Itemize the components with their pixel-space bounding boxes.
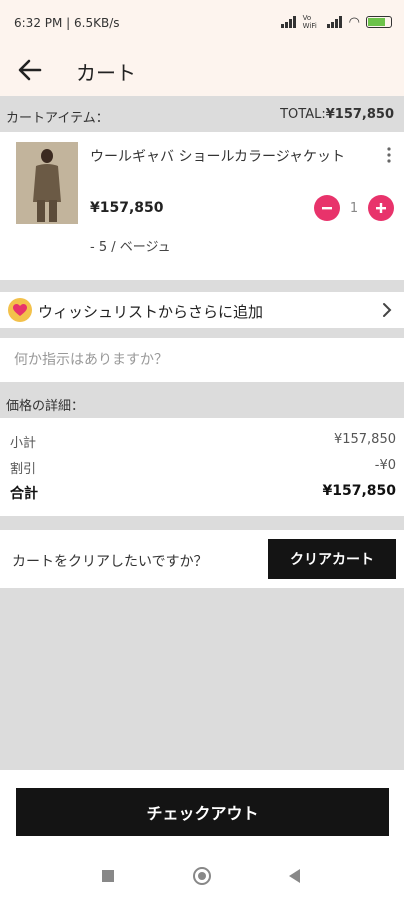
price-details-header: 価格の詳細： xyxy=(0,388,404,418)
heart-icon xyxy=(8,298,32,322)
grand-total-label: 合計 xyxy=(10,486,38,502)
decrease-quantity-button[interactable] xyxy=(314,195,340,221)
minus-icon xyxy=(322,207,332,210)
product-name[interactable]: ウールギャバ ショールカラージャケット xyxy=(90,146,370,166)
increase-quantity-button[interactable] xyxy=(368,195,394,221)
back-nav-icon[interactable] xyxy=(289,869,300,883)
subtotal-row: 小計 ¥157,850 xyxy=(10,432,396,451)
cart-total: TOTAL:¥157,850 xyxy=(280,107,394,122)
clear-cart-question: カートをクリアしたいですか？ xyxy=(12,554,208,570)
price-details: 小計 ¥157,850 割引 -¥0 合計 ¥157,850 xyxy=(0,418,404,516)
arrow-left-icon[interactable] xyxy=(16,56,44,84)
discount-value: -¥0 xyxy=(374,458,396,473)
total-label: TOTAL: xyxy=(280,107,326,122)
cart-item: ウールギャバ ショールカラージャケット ¥157,850 1 - 5 / ベージ… xyxy=(0,132,404,280)
grand-total-value: ¥157,850 xyxy=(322,483,396,499)
recent-apps-icon[interactable] xyxy=(102,870,114,882)
subtotal-label: 小計 xyxy=(10,436,37,451)
status-icons: Vo WiFi ◠ xyxy=(280,14,392,30)
chevron-right-icon xyxy=(383,303,392,317)
status-bar: 6:32 PM | 6.5KB/s Vo WiFi ◠ xyxy=(0,0,404,44)
page-title: カート xyxy=(76,61,136,85)
product-image[interactable] xyxy=(16,142,78,224)
app-header: カート xyxy=(0,44,404,96)
price-details-label: 価格の詳細： xyxy=(6,399,85,414)
clear-cart-row: カートをクリアしたいですか？ クリアカート xyxy=(0,530,404,588)
wifi-icon: ◠ xyxy=(348,14,360,30)
bottom-bar: チェックアウト xyxy=(0,770,404,900)
wishlist-label: ウィッシュリストからさらに追加 xyxy=(38,303,264,321)
status-time: 6:32 PM | 6.5KB/s xyxy=(14,16,120,30)
signal-icon-2 xyxy=(326,16,343,28)
battery-icon xyxy=(366,16,392,28)
more-vertical-icon[interactable] xyxy=(386,146,392,164)
plus-icon xyxy=(376,203,386,213)
checkout-button[interactable]: チェックアウト xyxy=(16,788,389,836)
quantity-value: 1 xyxy=(349,200,359,216)
instructions-input[interactable] xyxy=(14,348,390,372)
quantity-stepper: 1 xyxy=(314,195,394,221)
home-icon[interactable] xyxy=(193,867,211,885)
signal-icon xyxy=(280,16,297,28)
clear-cart-button[interactable]: クリアカート xyxy=(268,539,396,579)
cart-items-label: カートアイテム： xyxy=(6,111,109,126)
note-field-container xyxy=(0,338,404,382)
discount-label: 割引 xyxy=(10,462,37,477)
discount-row: 割引 -¥0 xyxy=(10,458,396,477)
total-value: ¥157,850 xyxy=(325,107,394,122)
product-price: ¥157,850 xyxy=(90,200,164,216)
subtotal-value: ¥157,850 xyxy=(333,432,396,447)
volte-label: Vo WiFi xyxy=(302,14,317,30)
cart-items-header: カートアイテム： TOTAL:¥157,850 xyxy=(0,96,404,132)
wishlist-add-row[interactable]: ウィッシュリストからさらに追加 xyxy=(0,292,404,328)
product-variant: - 5 / ベージュ xyxy=(90,240,171,255)
grand-total-row: 合計 ¥157,850 xyxy=(10,483,396,503)
